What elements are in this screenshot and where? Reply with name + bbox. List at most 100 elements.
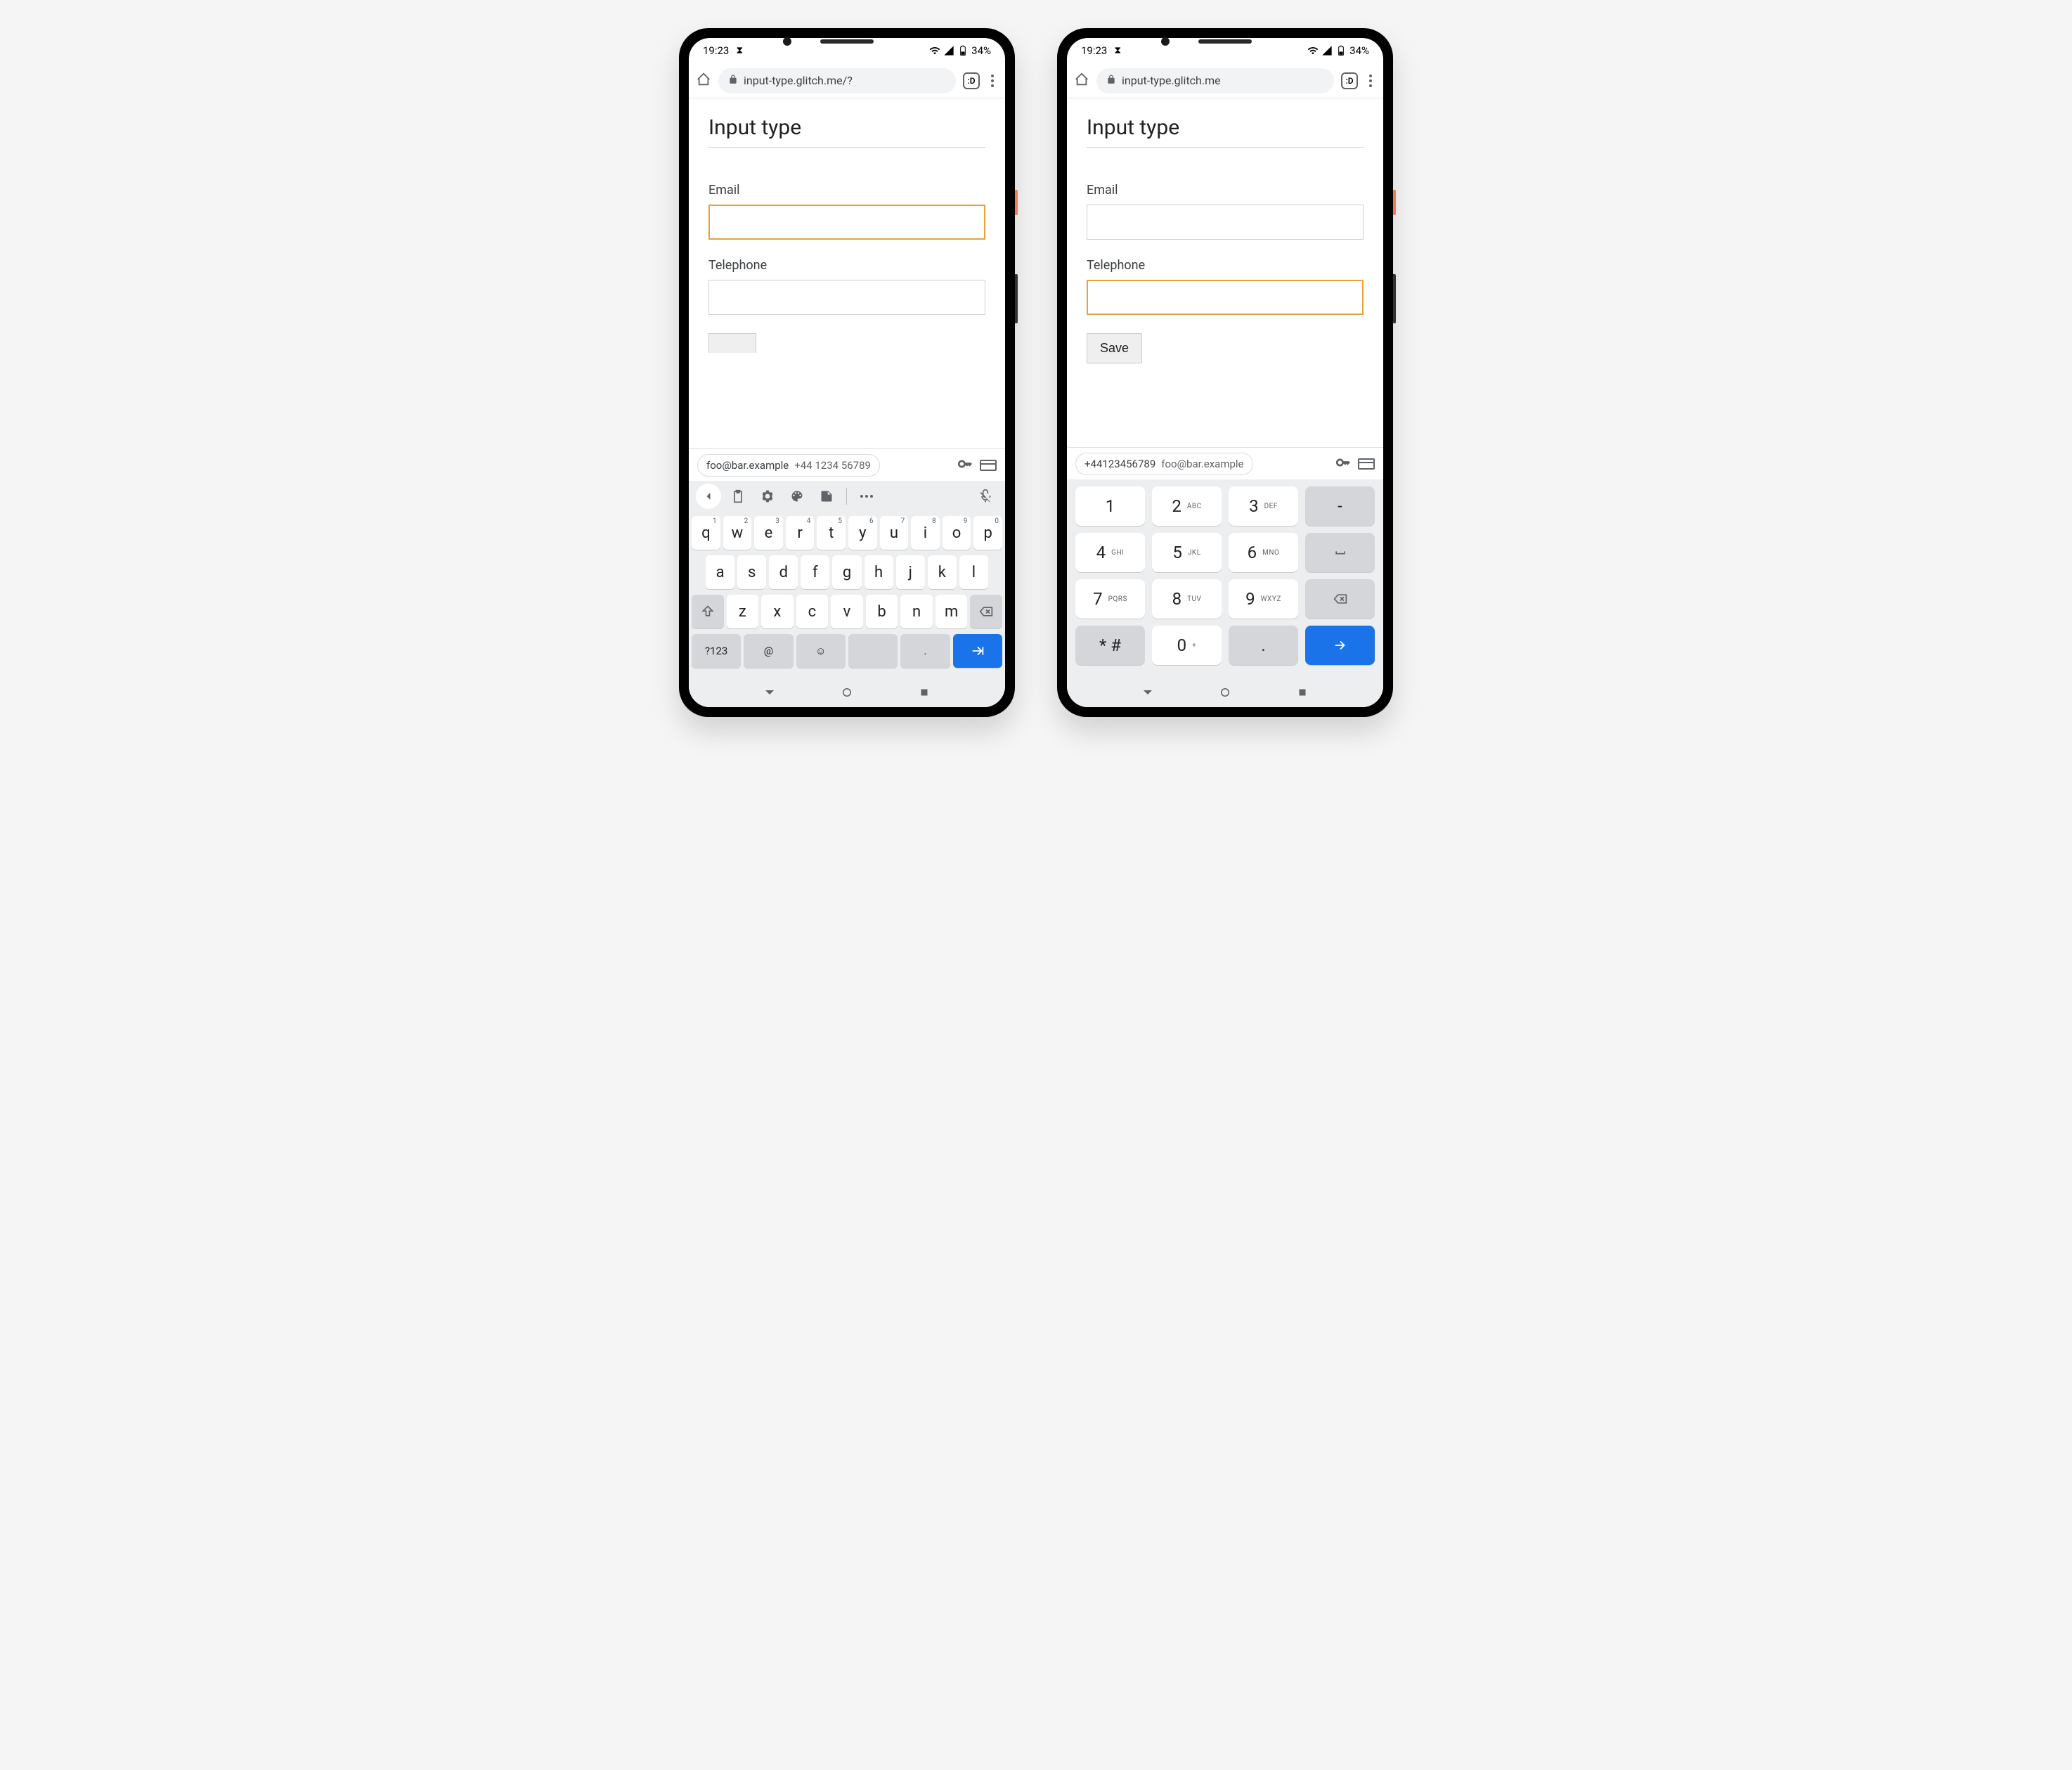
enter-key[interactable] [953,634,1002,668]
key-icon[interactable] [1335,455,1351,473]
numkey-3[interactable]: 3DEF [1229,486,1298,526]
omnibox[interactable]: input-type.glitch.me/? [718,68,956,93]
key-u[interactable]: u7 [880,516,909,550]
key-r[interactable]: r4 [786,516,815,550]
status-time: 19:23 [703,44,729,57]
key-v[interactable]: v [831,595,863,628]
nav-recent-icon[interactable] [1296,686,1309,702]
numkey-7[interactable]: 7PQRS [1075,579,1145,619]
sticker-icon[interactable] [814,484,839,509]
key-b[interactable]: b [866,595,898,628]
nav-home-icon[interactable] [1219,686,1231,702]
key-x[interactable]: x [761,595,794,628]
lock-icon [1106,74,1116,87]
key-z[interactable]: z [727,595,759,628]
numkey-* #[interactable]: * # [1075,626,1145,665]
page-title: Input type [708,115,985,148]
emoji-key[interactable]: ☺ [796,634,846,668]
nav-recent-icon[interactable] [918,686,931,702]
key-m[interactable]: m [935,595,968,628]
autofill-bar: foo@bar.example +44 1234 56789 [689,448,1005,481]
key-c[interactable]: c [796,595,829,628]
autofill-chip[interactable]: +44123456789 foo@bar.example [1075,453,1253,475]
at-key[interactable]: @ [744,634,793,668]
key-j[interactable]: j [896,555,925,589]
key-q[interactable]: q1 [692,516,720,550]
email-field-group: Email [1087,183,1364,240]
tab-switcher[interactable]: :D [1341,72,1358,89]
key-l[interactable]: l [959,555,988,589]
speaker-grille [1198,39,1252,44]
period-key[interactable]: . [900,634,950,668]
key-s[interactable]: s [737,555,766,589]
numkey-4[interactable]: 4GHI [1075,533,1145,572]
numkey-6[interactable]: 6MNO [1229,533,1298,572]
home-icon[interactable] [696,72,711,90]
key-i[interactable]: i8 [911,516,940,550]
numkey--[interactable]: - [1305,486,1375,526]
backspace-key[interactable] [970,595,1002,628]
gear-icon[interactable] [755,484,780,509]
nav-bar [1067,680,1383,707]
browser-toolbar: input-type.glitch.me/? :D [689,63,1005,98]
telephone-input[interactable] [708,280,985,315]
toolbar-divider [846,488,847,505]
autofill-chip[interactable]: foo@bar.example +44 1234 56789 [697,454,880,477]
card-icon[interactable] [1358,458,1375,470]
shift-key[interactable] [692,595,724,628]
speaker-grille [820,39,874,44]
numkey-2[interactable]: 2ABC [1152,486,1222,526]
card-icon[interactable] [980,460,997,471]
autofill-primary: +44123456789 [1084,458,1155,470]
more-icon[interactable] [854,484,879,509]
key-d[interactable]: d [769,555,798,589]
space-key[interactable] [848,634,898,668]
key-p[interactable]: p0 [973,516,1002,550]
hourglass-icon: ⧗ [736,45,743,56]
key-icon[interactable] [957,456,973,474]
palette-icon[interactable] [784,484,810,509]
numkey-5[interactable]: 5JKL [1152,533,1222,572]
key-k[interactable]: k [928,555,957,589]
url-text: input-type.glitch.me/? [744,74,853,87]
key-f[interactable]: f [801,555,829,589]
key-o[interactable]: o9 [943,516,971,550]
symbols-key[interactable]: ?123 [692,634,741,668]
numkey-bksp[interactable] [1305,579,1375,619]
qwerty-keyboard: q1w2e3r4t5y6u7i8o9p0 asdfghjkl zxcvbnm ?… [689,512,1005,680]
url-text: input-type.glitch.me [1122,74,1221,87]
email-field-group: Email [708,183,985,240]
key-y[interactable]: y6 [848,516,877,550]
numkey-0[interactable]: 0+ [1152,626,1222,665]
numkey-8[interactable]: 8TUV [1152,579,1222,619]
numkey-9[interactable]: 9WXYZ [1229,579,1298,619]
key-n[interactable]: n [900,595,933,628]
clipboard-icon[interactable] [725,484,751,509]
key-h[interactable]: h [865,555,893,589]
kb-back-icon[interactable] [696,484,721,509]
telephone-input[interactable] [1087,280,1364,315]
numkey-␣[interactable] [1305,533,1375,572]
numkey-1[interactable]: 1 [1075,486,1145,526]
save-button[interactable]: Save [1087,333,1142,363]
numkey-enter[interactable] [1305,626,1375,665]
key-w[interactable]: w2 [723,516,752,550]
nav-home-icon[interactable] [841,686,853,702]
save-button-peek[interactable] [708,333,756,353]
tab-switcher[interactable]: :D [963,72,980,89]
email-input[interactable] [708,205,985,240]
key-g[interactable]: g [832,555,861,589]
key-e[interactable]: e3 [754,516,783,550]
key-t[interactable]: t5 [817,516,846,550]
nav-back-icon[interactable] [763,686,776,702]
numkey-.[interactable]: . [1229,626,1298,665]
omnibox[interactable]: input-type.glitch.me [1096,68,1334,93]
email-input[interactable] [1087,205,1364,240]
screen-left: 19:23 ⧗ 34% input-type.glitch.me/? :D In… [689,38,1005,707]
browser-menu-icon[interactable] [987,75,998,87]
home-icon[interactable] [1074,72,1089,90]
mic-off-icon[interactable] [973,484,998,509]
key-a[interactable]: a [706,555,734,589]
nav-back-icon[interactable] [1141,686,1154,702]
browser-menu-icon[interactable] [1365,75,1376,87]
